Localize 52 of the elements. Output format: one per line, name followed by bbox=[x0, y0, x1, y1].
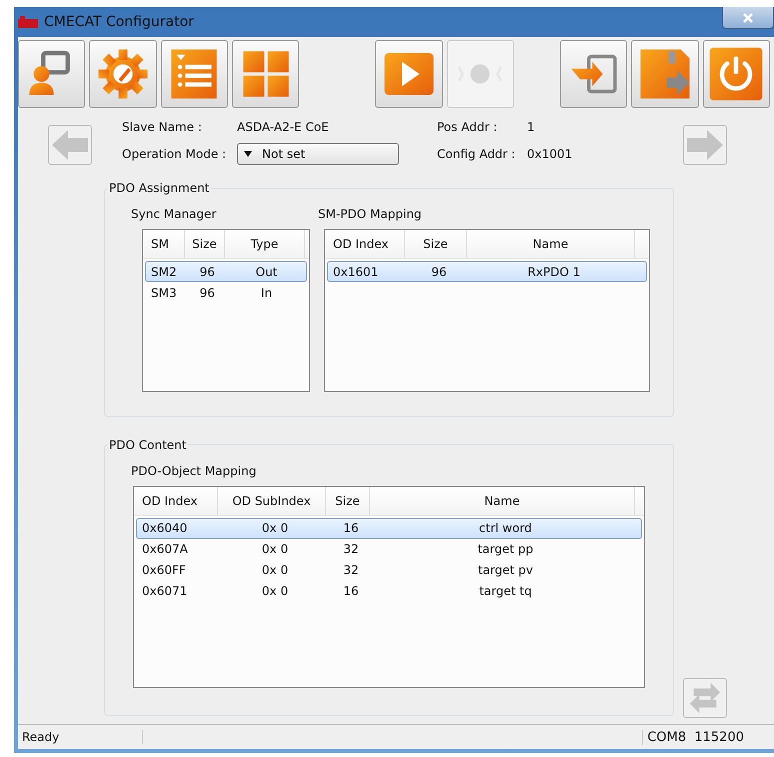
close-icon bbox=[742, 12, 754, 24]
slave-name: ASDA-A2-E CoE bbox=[237, 120, 330, 134]
table-row[interactable]: SM3 96 In bbox=[145, 282, 307, 304]
table-row[interactable]: 0x1601 96 RxPDO 1 bbox=[327, 261, 647, 282]
list-view[interactable]: OD Index Size Name 0x1601 96 RxPDO 1 bbox=[324, 229, 650, 392]
operation-mode-dropdown[interactable]: Not set bbox=[237, 142, 399, 164]
toolbar-button[interactable] bbox=[631, 40, 699, 108]
caret-icon bbox=[244, 150, 252, 156]
swap-arrows-icon bbox=[688, 681, 722, 715]
power-icon bbox=[708, 46, 764, 102]
port-status: COM8 115200 bbox=[642, 730, 774, 744]
toolbar-button[interactable] bbox=[160, 40, 228, 108]
section-label: SM-PDO Mapping bbox=[318, 207, 423, 222]
column-header[interactable]: Name bbox=[370, 486, 635, 515]
table-row[interactable]: 0x607A 0x 0 32 target pp bbox=[136, 538, 642, 560]
table-row[interactable]: SM2 96 Out bbox=[145, 261, 307, 282]
config-addr-value: 0x1001 bbox=[527, 146, 574, 160]
toolbar-button[interactable] bbox=[702, 40, 770, 108]
column-header[interactable]: OD Index bbox=[325, 230, 405, 258]
section-label: Sync Manager bbox=[131, 207, 218, 222]
column-header[interactable]: OD SubIndex bbox=[218, 486, 326, 515]
pos-addr-value: 1 bbox=[527, 120, 536, 134]
column-header[interactable]: Size bbox=[405, 230, 467, 258]
field-label: Slave Name : bbox=[122, 120, 203, 134]
table-row[interactable]: 0x6040 0x 0 16 ctrl word bbox=[136, 518, 642, 539]
column-header[interactable]: SM bbox=[143, 230, 185, 258]
group-title: PDO Assignment bbox=[108, 181, 210, 196]
table-row[interactable]: 0x6071 0x 0 16 target tq bbox=[136, 580, 642, 602]
list-view[interactable]: OD Index OD SubIndex Size Name 0x6040 0x 0 16 ctrl word 0x607A 0x 0 32 target pp 0x60FF 0x 0 32 target pv 0x6071 0x 0 16 target tq bbox=[133, 486, 645, 688]
table-row[interactable]: 0x60FF 0x 0 32 target pv bbox=[136, 560, 642, 581]
left-arrow-icon bbox=[52, 130, 88, 160]
column-header[interactable]: Type bbox=[225, 230, 305, 258]
toolbar-button[interactable] bbox=[232, 40, 300, 108]
right-arrow-icon bbox=[687, 130, 723, 160]
group-title: PDO Content bbox=[108, 438, 188, 452]
toolbar-button[interactable] bbox=[560, 40, 628, 108]
column-header[interactable]: Size bbox=[326, 486, 370, 515]
status-text: Ready bbox=[18, 730, 143, 744]
toolbar-button[interactable] bbox=[18, 40, 86, 108]
logo-icon bbox=[18, 16, 38, 28]
window-title: CMECAT Configurator bbox=[44, 14, 194, 30]
field-label: Operation Mode : bbox=[122, 146, 228, 160]
column-header[interactable]: Name bbox=[467, 230, 635, 258]
toolbar-button[interactable] bbox=[89, 40, 157, 108]
list-view[interactable]: SM Size Type SM2 96 Out SM3 96 In bbox=[142, 229, 310, 392]
field-label: Pos Addr : bbox=[437, 120, 498, 134]
section-label: PDO-Object Mapping bbox=[131, 464, 258, 478]
column-header[interactable]: Size bbox=[185, 230, 225, 258]
column-header[interactable]: OD Index bbox=[134, 486, 218, 515]
close-button[interactable] bbox=[722, 7, 774, 29]
toolbar-button[interactable] bbox=[375, 40, 443, 108]
field-label: Config Addr : bbox=[437, 146, 516, 160]
